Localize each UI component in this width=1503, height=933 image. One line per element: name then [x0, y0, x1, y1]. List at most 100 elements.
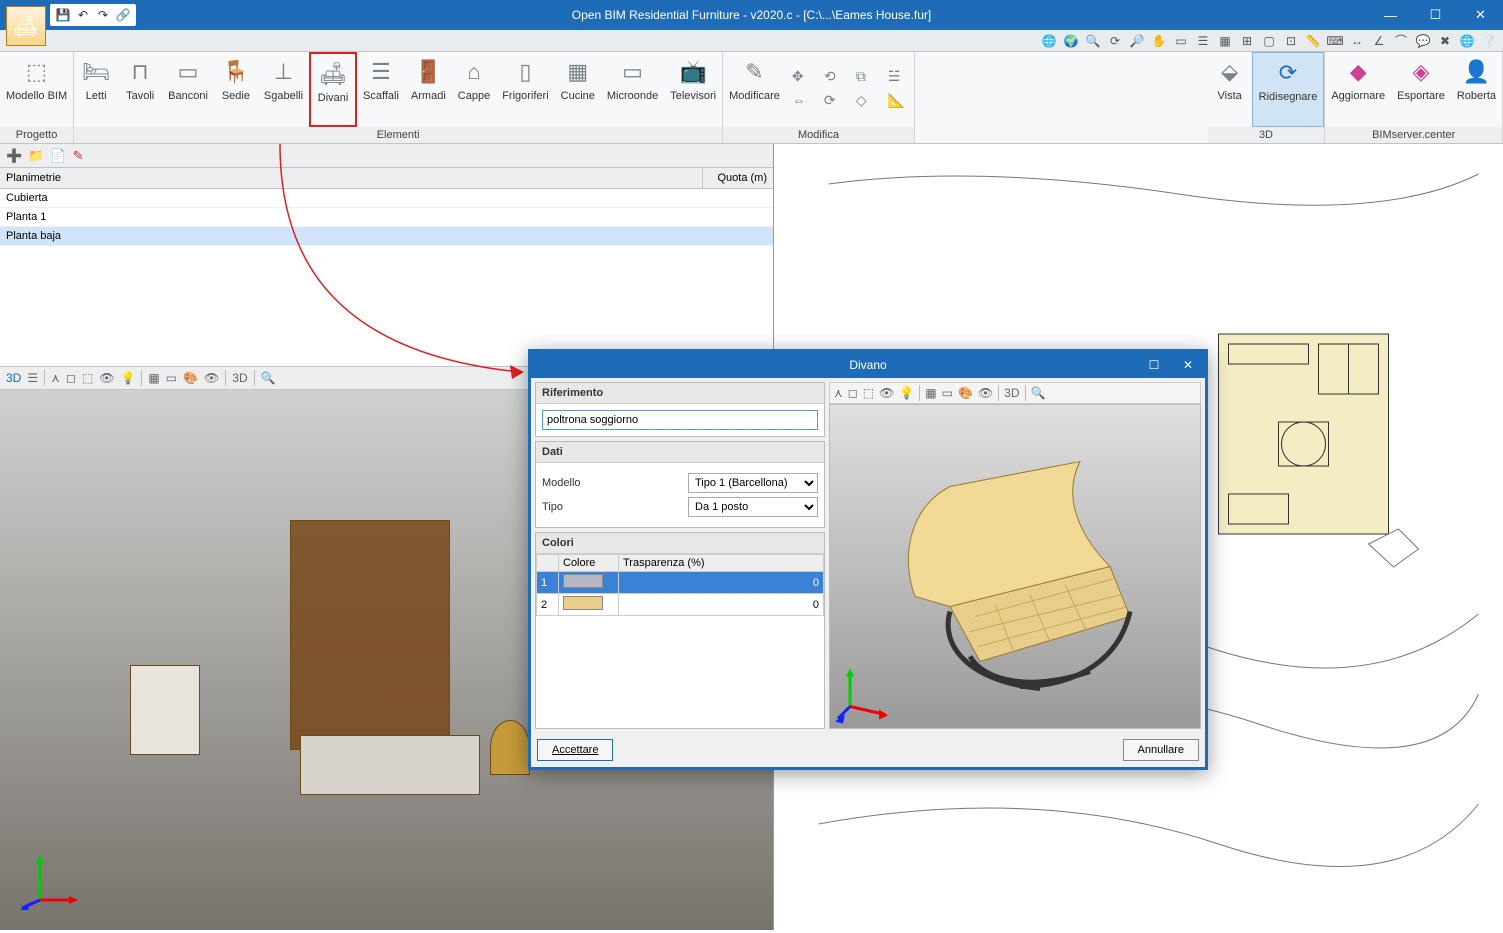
cancel-button[interactable]: Annullare: [1123, 739, 1199, 761]
zoom-icon[interactable]: 🔍: [261, 371, 276, 385]
angle-icon[interactable]: ∠: [1371, 33, 1387, 49]
view3d-icon[interactable]: 3D: [6, 371, 21, 385]
bulb-icon[interactable]: 💡: [899, 386, 914, 400]
ridisegnare-button[interactable]: ⟳Ridisegnare: [1252, 52, 1325, 127]
zoom-icon[interactable]: 🔍: [1085, 33, 1101, 49]
dialog-close-button[interactable]: ✕: [1171, 352, 1205, 378]
layers-icon[interactable]: ☰: [27, 371, 38, 385]
visibility-icon[interactable]: 👁: [204, 371, 219, 385]
layer-icon[interactable]: ☱: [888, 68, 908, 88]
axis-icon[interactable]: ⋏: [51, 371, 60, 385]
table-row[interactable]: 1 0: [537, 572, 824, 594]
arc-icon[interactable]: ⌒: [1393, 33, 1409, 49]
esportare-button[interactable]: ◈Esportare: [1391, 52, 1451, 127]
dialog-maximize-button[interactable]: ☐: [1137, 352, 1171, 378]
rotate-icon[interactable]: ⟲: [824, 68, 844, 88]
microonde-button[interactable]: ▭Microonde: [601, 52, 664, 127]
box-icon[interactable]: ◻: [848, 386, 858, 400]
preview-3d[interactable]: [829, 404, 1201, 729]
eye-icon[interactable]: 👁: [99, 371, 114, 385]
list-item[interactable]: Planta baja: [0, 227, 773, 246]
copy-icon[interactable]: ⧉: [856, 68, 876, 88]
ruler-icon[interactable]: 📏: [1305, 33, 1321, 49]
color-icon[interactable]: 🎨: [183, 371, 198, 385]
armadi-button[interactable]: 🚪Armadi: [405, 52, 452, 127]
sedie-button[interactable]: 🪑Sedie: [214, 52, 258, 127]
frigoriferi-button[interactable]: ▯Frigoriferi: [496, 52, 554, 127]
box-icon[interactable]: ◻: [66, 371, 76, 385]
cappe-button[interactable]: ⌂Cappe: [452, 52, 496, 127]
eye-icon[interactable]: 👁: [879, 386, 894, 400]
grid-icon[interactable]: ▦: [1217, 33, 1233, 49]
visibility-icon[interactable]: 👁: [978, 386, 993, 400]
measure-icon[interactable]: 📐: [888, 92, 908, 112]
save-icon[interactable]: 💾: [54, 6, 72, 24]
table-row[interactable]: 2 0: [537, 594, 824, 616]
rect-icon[interactable]: ▢: [1261, 33, 1277, 49]
letti-button[interactable]: 🛏Letti: [74, 52, 118, 127]
add-icon[interactable]: ➕: [6, 148, 22, 164]
help-globe-icon[interactable]: 🌐: [1459, 33, 1475, 49]
modello-bim-button[interactable]: ⬚ Modello BIM: [0, 52, 73, 127]
vista-button[interactable]: ⬙Vista: [1208, 52, 1252, 127]
page-icon[interactable]: 📄: [50, 148, 66, 164]
sgabelli-button[interactable]: ⊥Sgabelli: [258, 52, 309, 127]
wire-icon[interactable]: ⬚: [82, 371, 93, 385]
hand-icon[interactable]: ✋: [1151, 33, 1167, 49]
redo-icon[interactable]: ↷: [94, 6, 112, 24]
dim-icon[interactable]: ↔: [1349, 33, 1365, 49]
dialog-titlebar[interactable]: Divano ☐ ✕: [531, 352, 1205, 378]
riferimento-input[interactable]: [542, 410, 818, 430]
note-icon[interactable]: 💬: [1415, 33, 1431, 49]
window-icon[interactable]: ▭: [1173, 33, 1189, 49]
globe2-icon[interactable]: 🌍: [1063, 33, 1079, 49]
erase-icon[interactable]: ◇: [856, 92, 876, 112]
move-icon[interactable]: ✥: [792, 68, 812, 88]
color-swatch[interactable]: [563, 596, 603, 610]
televisori-button[interactable]: 📺Televisori: [664, 52, 722, 127]
tool-icon[interactable]: ✖: [1437, 33, 1453, 49]
color-icon[interactable]: 🎨: [958, 386, 973, 400]
tipo-select[interactable]: Da 1 posto: [688, 497, 818, 517]
wire-icon[interactable]: ⬚: [863, 386, 874, 400]
close-button[interactable]: ✕: [1458, 0, 1503, 30]
color-swatch[interactable]: [563, 574, 603, 588]
layers-icon[interactable]: ☰: [1195, 33, 1211, 49]
grid2-icon[interactable]: ⊞: [1239, 33, 1255, 49]
select-icon[interactable]: ▭: [942, 386, 953, 400]
edit-icon[interactable]: ✎: [73, 148, 84, 164]
undo-icon[interactable]: ↶: [74, 6, 92, 24]
tavoli-button[interactable]: ⊓Tavoli: [118, 52, 162, 127]
scaffali-button[interactable]: ☰Scaffali: [357, 52, 405, 127]
zoom-icon[interactable]: 🔍: [1031, 386, 1046, 400]
modello-select[interactable]: Tipo 1 (Barcellona): [688, 473, 818, 493]
bulb-icon[interactable]: 💡: [120, 371, 135, 385]
roberta-button[interactable]: 👤Roberta: [1451, 52, 1502, 127]
axis-icon[interactable]: ⋏: [834, 386, 843, 400]
help-icon[interactable]: ❔: [1481, 33, 1497, 49]
keyboard-icon[interactable]: ⌨: [1327, 33, 1343, 49]
aggiornare-button[interactable]: ◆Aggiornare: [1325, 52, 1391, 127]
divani-button[interactable]: 🛋Divani: [309, 52, 357, 127]
rotate2-icon[interactable]: ⟳: [824, 92, 844, 112]
maximize-button[interactable]: ☐: [1413, 0, 1458, 30]
grid-icon[interactable]: ▦: [925, 386, 936, 400]
list-item[interactable]: Cubierta: [0, 189, 773, 208]
modificare-button[interactable]: ✎Modificare: [723, 52, 786, 127]
select-icon[interactable]: ▭: [166, 371, 177, 385]
grid-icon[interactable]: ▦: [148, 371, 159, 385]
snap3d-icon[interactable]: 3D: [1004, 386, 1019, 400]
accept-button[interactable]: Accettare: [537, 739, 613, 761]
link-icon[interactable]: 🔗: [114, 6, 132, 24]
minimize-button[interactable]: —: [1368, 0, 1413, 30]
refresh-icon[interactable]: ⟳: [1107, 33, 1123, 49]
globe-icon[interactable]: 🌐: [1041, 33, 1057, 49]
snap3d-icon[interactable]: 3D: [232, 371, 247, 385]
banconi-button[interactable]: ▭Banconi: [162, 52, 214, 127]
search-icon[interactable]: 🔎: [1129, 33, 1145, 49]
dots-icon[interactable]: ⊡: [1283, 33, 1299, 49]
cucine-button[interactable]: ▦Cucine: [555, 52, 601, 127]
move2-icon[interactable]: ⇔: [792, 92, 812, 112]
list-item[interactable]: Planta 1: [0, 208, 773, 227]
folder-icon[interactable]: 📁: [28, 148, 44, 164]
